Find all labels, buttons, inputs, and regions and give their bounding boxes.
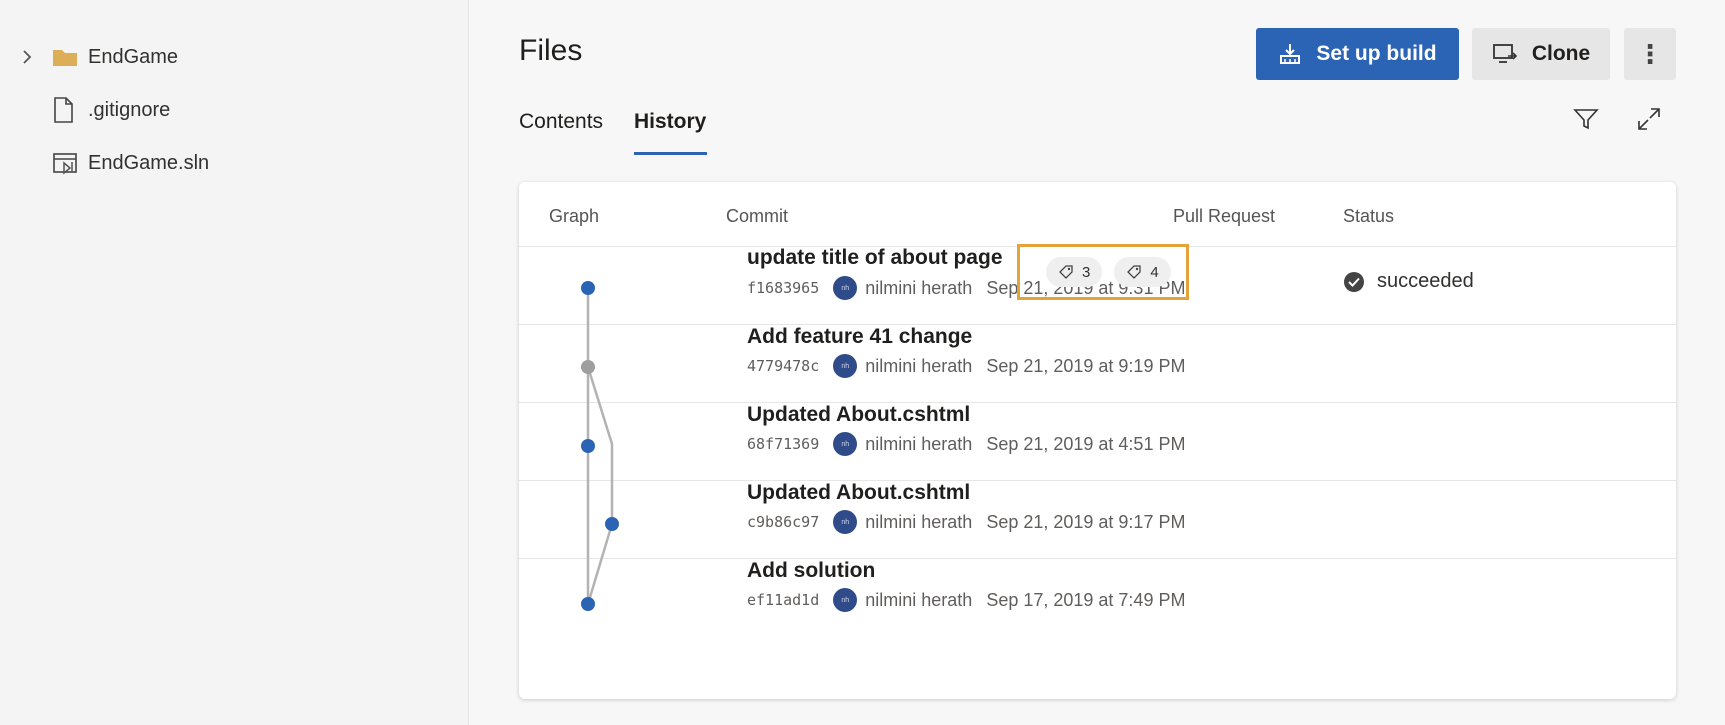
set-up-build-button[interactable]: Set up build — [1256, 28, 1459, 80]
commit-meta: 4779478c nh nilmini herath Sep 21, 2019 … — [747, 354, 1185, 378]
commit-hash[interactable]: 4779478c — [747, 357, 819, 375]
folder-icon — [52, 44, 82, 70]
tree-item-label: EndGame — [88, 45, 179, 68]
merge-commit-node[interactable] — [581, 360, 595, 374]
tree-item-label: .gitignore — [88, 98, 171, 121]
set-up-build-label: Set up build — [1316, 42, 1437, 65]
commit-author: nilmini herath — [865, 277, 973, 298]
tab-contents[interactable]: Contents — [519, 110, 603, 134]
commit-hash[interactable]: ef11ad1d — [747, 591, 819, 609]
tag-count: 4 — [1150, 263, 1159, 281]
avatar: nh — [833, 354, 858, 378]
tree-item-label: EndGame.sln — [88, 151, 210, 174]
commit-message[interactable]: Updated About.cshtml — [747, 403, 970, 427]
commit-author: nilmini herath — [865, 355, 973, 376]
tag-icon — [1127, 265, 1141, 279]
column-header-commit: Commit — [726, 206, 788, 226]
expand-icon[interactable] — [1634, 104, 1664, 134]
build-status[interactable]: succeeded — [1343, 270, 1474, 293]
avatar: nh — [833, 510, 858, 534]
tab-selected-indicator — [634, 152, 707, 155]
filter-icon[interactable] — [1571, 104, 1601, 134]
commit-author: nilmini herath — [865, 433, 973, 454]
tag-badge[interactable]: 3 — [1046, 257, 1103, 287]
commit-message[interactable]: Updated About.cshtml — [747, 481, 970, 505]
commit-meta: ef11ad1d nh nilmini herath Sep 17, 2019 … — [747, 588, 1185, 612]
avatar: nh — [833, 588, 858, 612]
chevron-right-icon[interactable] — [20, 48, 42, 66]
commit-author: nilmini herath — [865, 511, 973, 532]
commit-node[interactable] — [605, 517, 619, 531]
tree-item-gitignore[interactable]: .gitignore — [52, 95, 170, 125]
commit-node[interactable] — [581, 439, 595, 453]
solution-file-icon — [52, 150, 82, 176]
commit-hash[interactable]: f1683965 — [747, 279, 819, 297]
clone-button[interactable]: Clone — [1472, 28, 1610, 80]
clone-label: Clone — [1531, 42, 1591, 65]
commit-node[interactable] — [581, 281, 595, 295]
commit-message[interactable]: update title of about page — [747, 246, 1003, 270]
column-header-status: Status — [1343, 206, 1395, 226]
commit-date: Sep 21, 2019 at 9:17 PM — [986, 511, 1186, 532]
commit-graph — [581, 281, 619, 611]
files-main-panel: Files Set up build Clone ⋮ Contents Hist… — [469, 0, 1725, 725]
tag-badge[interactable]: 4 — [1114, 257, 1171, 287]
commit-meta: 68f71369 nh nilmini herath Sep 21, 2019 … — [747, 432, 1185, 456]
column-header-pull-request: Pull Request — [1173, 206, 1276, 226]
avatar: nh — [833, 276, 858, 300]
commit-message[interactable]: Add feature 41 change — [747, 325, 972, 349]
divider — [519, 558, 1676, 559]
avatar: nh — [833, 432, 858, 456]
commit-date: Sep 21, 2019 at 9:19 PM — [986, 355, 1186, 376]
tag-count: 3 — [1082, 263, 1091, 281]
succeeded-check-icon — [1343, 271, 1365, 293]
tab-history[interactable]: History — [634, 110, 706, 134]
divider — [519, 480, 1676, 481]
file-tree-sidebar: EndGame .gitignore EndGame.sln — [0, 0, 469, 725]
build-icon — [1278, 42, 1302, 66]
history-table: Graph Commit Pull Request Status update … — [519, 182, 1676, 699]
file-icon — [52, 97, 82, 123]
tree-item-endgame-folder[interactable]: EndGame — [20, 42, 178, 72]
commit-meta: c9b86c97 nh nilmini herath Sep 21, 2019 … — [747, 510, 1185, 534]
commit-date: Sep 17, 2019 at 7:49 PM — [986, 589, 1186, 610]
clone-icon — [1492, 43, 1518, 65]
commit-node[interactable] — [581, 597, 595, 611]
commit-hash[interactable]: 68f71369 — [747, 435, 819, 453]
commit-hash[interactable]: c9b86c97 — [747, 513, 819, 531]
status-label: succeeded — [1377, 270, 1474, 292]
more-actions-button[interactable]: ⋮ — [1624, 28, 1676, 80]
divider — [519, 402, 1676, 403]
tree-item-endgame-sln[interactable]: EndGame.sln — [52, 148, 209, 178]
tags-highlight-box: 3 4 — [1017, 244, 1189, 300]
commit-author: nilmini herath — [865, 589, 973, 610]
more-icon: ⋮ — [1637, 38, 1663, 69]
divider — [519, 324, 1676, 325]
tag-icon — [1059, 265, 1073, 279]
page-title: Files — [519, 34, 583, 67]
commit-date: Sep 21, 2019 at 4:51 PM — [986, 433, 1186, 454]
commit-message[interactable]: Add solution — [747, 559, 875, 583]
